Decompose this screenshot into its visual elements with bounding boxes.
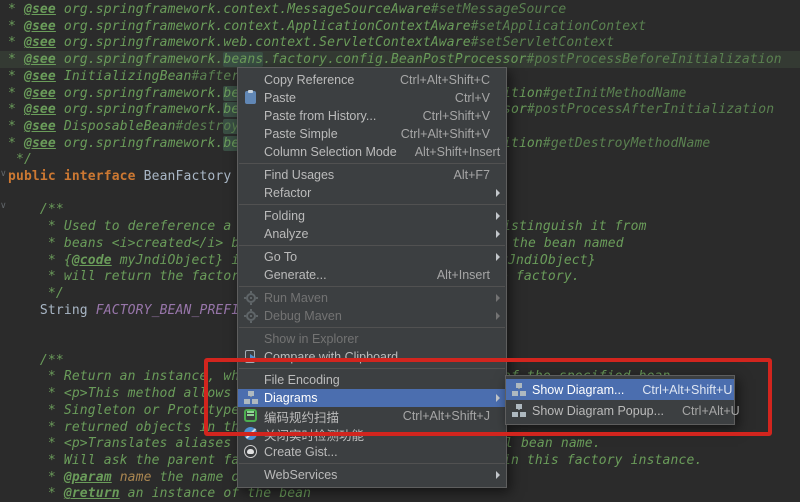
menu-item-find-usages[interactable]: Find Usages Alt+F7 [238, 166, 506, 184]
submenu-arrow-icon [496, 212, 500, 220]
compare-icon [243, 349, 259, 365]
menu-item-label: Go To [264, 250, 297, 264]
menu-item-shortcut: Alt+Insert [419, 268, 490, 282]
submenu-arrow-icon [496, 394, 500, 402]
menu-item-shortcut: Ctrl+Alt+Shift+U [624, 383, 732, 397]
menu-separator [239, 463, 505, 464]
menu-item-label: Paste [264, 91, 296, 105]
menu-item-label: 关闭实时检测功能 [264, 425, 364, 444]
menu-item-shortcut: Ctrl+Alt+Shift+V [383, 127, 490, 141]
diagram-icon [511, 382, 527, 398]
menu-item-label: Show Diagram... [532, 383, 624, 397]
code-line: * @see org.springframework.web.context.S… [8, 34, 800, 51]
menu-item-shortcut: Ctrl+Alt+U [664, 404, 740, 418]
menu-item-label: Diagrams [264, 391, 318, 405]
paste-icon [243, 90, 259, 106]
menu-item-copy-reference[interactable]: Copy Reference Ctrl+Alt+Shift+C [238, 71, 506, 89]
menu-item-label: WebServices [264, 468, 337, 482]
maven-gear-icon [243, 308, 259, 324]
code-line: * @see org.springframework.context.Appli… [8, 18, 800, 35]
menu-item-diagrams[interactable]: Diagrams [238, 389, 506, 407]
fold-marker-icon[interactable]: ∨ [0, 201, 7, 211]
menu-item-paste-simple[interactable]: Paste Simple Ctrl+Alt+Shift+V [238, 125, 506, 143]
menu-item-label: Debug Maven [264, 309, 342, 323]
maven-gear-icon [243, 290, 259, 306]
realtime-detection-icon [243, 426, 259, 442]
fold-marker-icon[interactable]: ∨ [0, 169, 7, 179]
menu-item-label: Refactor [264, 186, 311, 200]
menu-item-label: Copy Reference [264, 73, 354, 87]
menu-item-paste-from-history[interactable]: Paste from History... Ctrl+Shift+V [238, 107, 506, 125]
menu-item-go-to[interactable]: Go To [238, 248, 506, 266]
menu-item-show-in-explorer: Show in Explorer [238, 330, 506, 348]
menu-item-label: Analyze [264, 227, 308, 241]
menu-item-analyze[interactable]: Analyze [238, 225, 506, 243]
octocat-icon [243, 444, 259, 460]
menu-item-label: Show in Explorer [264, 332, 359, 346]
submenu-arrow-icon [496, 189, 500, 197]
menu-item-label: Find Usages [264, 168, 334, 182]
menu-separator [239, 327, 505, 328]
menu-item-create-gist[interactable]: Create Gist... [238, 443, 506, 461]
menu-item-compare-with-clipboard[interactable]: Compare with Clipboard [238, 348, 506, 366]
menu-item-folding[interactable]: Folding [238, 207, 506, 225]
submenu-arrow-icon [496, 294, 500, 302]
menu-item-show-diagram-popup[interactable]: Show Diagram Popup...Ctrl+Alt+U [506, 400, 734, 421]
menu-item-webservices[interactable]: WebServices [238, 466, 506, 484]
menu-item-refactor[interactable]: Refactor [238, 184, 506, 202]
menu-item-label: Generate... [264, 268, 327, 282]
menu-item-label: Column Selection Mode [264, 145, 397, 159]
submenu-arrow-icon [496, 312, 500, 320]
submenu-arrow-icon [496, 253, 500, 261]
diagrams-submenu: Show Diagram...Ctrl+Alt+Shift+UShow Diag… [505, 375, 735, 425]
menu-item-generate[interactable]: Generate... Alt+Insert [238, 266, 506, 284]
code-line: * @see org.springframework.context.Messa… [8, 1, 800, 18]
menu-item-close-realtime-detection[interactable]: 关闭实时检测功能 [238, 425, 506, 443]
menu-item-shortcut: Alt+Shift+Insert [397, 145, 500, 159]
menu-item-shortcut: Ctrl+Shift+V [405, 109, 490, 123]
submenu-arrow-icon [496, 471, 500, 479]
submenu-arrow-icon [496, 230, 500, 238]
code-line: * @see org.springframework.beans.factory… [8, 51, 800, 68]
editor-context-menu: Copy Reference Ctrl+Alt+Shift+C Paste Ctrl+… [237, 67, 507, 488]
menu-item-column-selection-mode[interactable]: Column Selection ModeAlt+Shift+Insert [238, 143, 506, 161]
menu-item-label: Run Maven [264, 291, 328, 305]
menu-item-label: Paste from History... [264, 109, 376, 123]
menu-item-shortcut: Ctrl+V [437, 91, 490, 105]
menu-item-label: Compare with Clipboard [264, 350, 398, 364]
menu-item-label: Paste Simple [264, 127, 338, 141]
diagram-icon [243, 390, 259, 406]
guideline-scan-icon [243, 408, 259, 424]
menu-item-label: Create Gist... [264, 445, 338, 459]
menu-item-paste[interactable]: Paste Ctrl+V [238, 89, 506, 107]
menu-item-shortcut: Alt+F7 [436, 168, 490, 182]
menu-item-debug-maven: Debug Maven [238, 307, 506, 325]
diagram-icon [511, 403, 527, 419]
menu-item-label: Folding [264, 209, 305, 223]
menu-separator [239, 368, 505, 369]
menu-item-shortcut: Ctrl+Alt+Shift+C [382, 73, 490, 87]
menu-separator [239, 286, 505, 287]
menu-item-coding-guidelines-scan[interactable]: 编码规约扫描 Ctrl+Alt+Shift+J [238, 407, 506, 425]
menu-separator [239, 163, 505, 164]
menu-item-shortcut: Ctrl+Alt+Shift+J [385, 409, 490, 423]
menu-item-show-diagram[interactable]: Show Diagram...Ctrl+Alt+Shift+U [506, 379, 734, 400]
menu-separator [239, 204, 505, 205]
menu-item-label: File Encoding [264, 373, 340, 387]
menu-item-file-encoding[interactable]: File Encoding [238, 371, 506, 389]
menu-item-run-maven: Run Maven [238, 289, 506, 307]
menu-separator [239, 245, 505, 246]
menu-item-label: Show Diagram Popup... [532, 404, 664, 418]
menu-item-label: 编码规约扫描 [264, 407, 339, 426]
